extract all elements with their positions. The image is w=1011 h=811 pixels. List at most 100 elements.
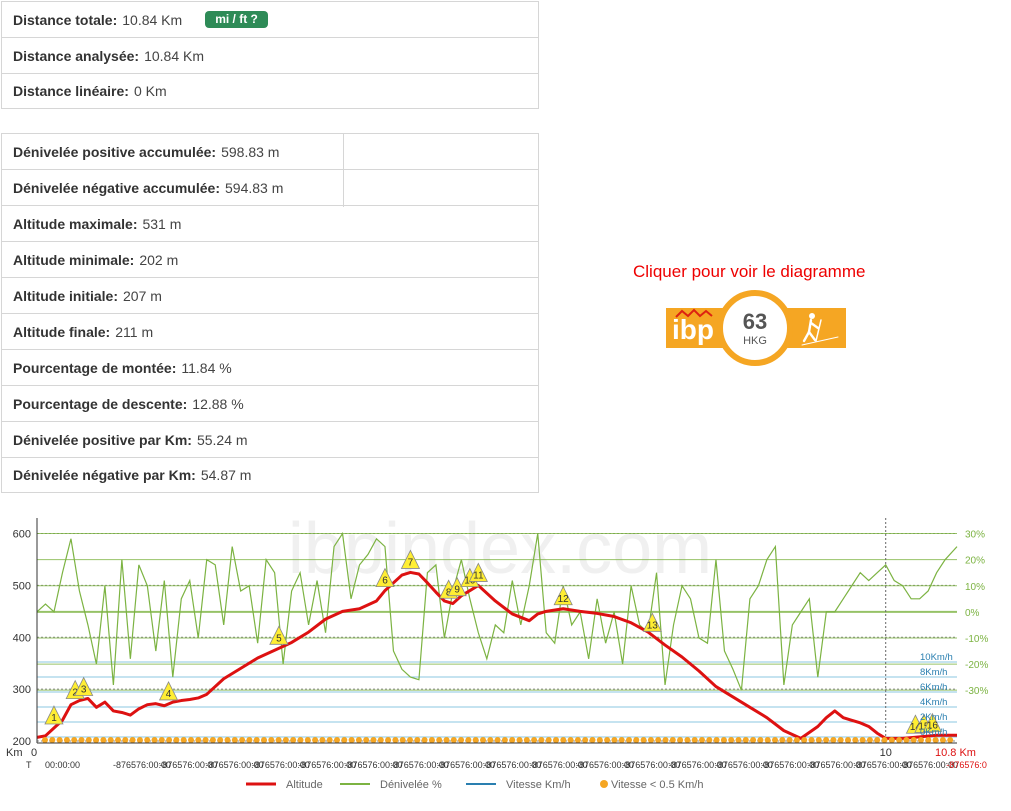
stopped-speed-point	[728, 737, 735, 743]
stopped-speed-point	[231, 737, 238, 743]
stopped-speed-point	[129, 737, 136, 743]
stat-label: Altitude initiale:	[13, 287, 118, 304]
stopped-speed-point	[713, 737, 720, 743]
slope-tick-label: 30%	[965, 530, 985, 541]
stopped-speed-point	[866, 737, 873, 743]
time-unit-label: T	[26, 760, 32, 770]
stopped-speed-point	[611, 737, 618, 743]
legend-swatch	[600, 780, 608, 788]
stat-row: Altitude maximale: 531 m	[1, 205, 539, 241]
stopped-speed-point	[720, 737, 727, 743]
stopped-speed-point	[151, 737, 158, 743]
chart-watermark: ibpindex.com	[288, 509, 712, 589]
stopped-speed-point	[85, 737, 92, 743]
stopped-speed-point	[516, 737, 523, 743]
stopped-speed-point	[881, 737, 888, 743]
waypoint-label: 6	[382, 576, 388, 587]
waypoint-label: 11	[473, 570, 484, 581]
stopped-speed-point	[567, 737, 574, 743]
stopped-speed-point	[144, 737, 151, 743]
stat-row: Altitude finale: 211 m	[1, 313, 539, 349]
stopped-speed-point	[888, 737, 895, 743]
stopped-speed-point	[173, 737, 180, 743]
elevation-profile-chart[interactable]: ibpindex.com 12345678910111213141516 600…	[0, 508, 1011, 811]
waypoint-label: 7	[408, 557, 414, 568]
stopped-speed-point	[297, 737, 304, 743]
stopped-speed-point	[815, 737, 822, 743]
stopped-speed-point	[764, 737, 771, 743]
stat-label: Pourcentage de montée:	[13, 359, 177, 376]
legend-label: Dénivelée %	[380, 779, 442, 791]
stopped-speed-point	[837, 737, 844, 743]
stat-row: Dénivelée positive accumulée: 598.83 m	[1, 133, 539, 169]
stopped-speed-point	[319, 737, 326, 743]
stopped-speed-point	[49, 737, 56, 743]
stopped-speed-point	[509, 737, 516, 743]
stopped-speed-point	[874, 737, 881, 743]
ibp-badge[interactable]: ibp 63 HKG	[666, 289, 846, 367]
stopped-speed-point	[78, 737, 85, 743]
stopped-speed-point	[494, 737, 501, 743]
stopped-speed-point	[501, 737, 508, 743]
stopped-speed-point	[341, 737, 348, 743]
stopped-speed-point	[582, 737, 589, 743]
stopped-speed-point	[691, 737, 698, 743]
stopped-speed-point	[947, 737, 954, 743]
stopped-speed-point	[122, 737, 129, 743]
speed-tick-label: 2Km/h	[920, 712, 947, 723]
stopped-speed-point	[355, 737, 362, 743]
stopped-speed-point	[531, 737, 538, 743]
stopped-speed-point	[596, 737, 603, 743]
stat-value: 598.83 m	[221, 143, 280, 160]
ibp-logo-text: ibp	[672, 314, 714, 345]
stat-value: 594.83 m	[225, 179, 284, 196]
stat-label: Altitude minimale:	[13, 251, 135, 268]
altitude-tick-label: 400	[13, 632, 31, 644]
slope-tick-label: 0%	[965, 608, 980, 619]
stat-row: Pourcentage de montée: 11.84 %	[1, 349, 539, 385]
x-end-label: 10.8 Km	[935, 747, 976, 759]
slope-tick-label: -10%	[965, 634, 988, 645]
stopped-speed-point	[845, 737, 851, 743]
altitude-tick-label: 300	[13, 684, 31, 696]
stopped-speed-point	[246, 737, 253, 743]
stopped-speed-series	[42, 737, 954, 743]
distance-stats-table: Distance totale: 10.84 Km mi / ft ? Dist…	[1, 1, 539, 109]
ibp-diagram-link[interactable]: Cliquer pour voir le diagramme	[633, 262, 865, 282]
stat-value: 202 m	[139, 251, 179, 268]
stopped-speed-point	[385, 737, 392, 743]
stopped-speed-point	[261, 737, 267, 743]
stopped-speed-point	[830, 737, 837, 743]
slope-tick-label: -30%	[965, 686, 988, 697]
stopped-speed-point	[158, 737, 165, 743]
stopped-speed-point	[282, 737, 289, 743]
stopped-speed-point	[443, 737, 450, 743]
stopped-speed-point	[640, 737, 647, 743]
stopped-speed-point	[699, 737, 705, 743]
stopped-speed-point	[180, 737, 187, 743]
stat-value: 10.84 Km	[122, 11, 183, 28]
stopped-speed-point	[348, 737, 355, 743]
waypoint-label: 5	[276, 633, 282, 644]
stopped-speed-point	[626, 737, 632, 743]
stopped-speed-point	[910, 737, 917, 743]
stat-label: Distance analysée:	[13, 47, 140, 64]
stopped-speed-point	[574, 737, 581, 743]
waypoint-label: 9	[454, 585, 460, 596]
stopped-speed-point	[275, 737, 282, 743]
speed-tick-label: 10Km/h	[920, 652, 953, 663]
unit-toggle-button[interactable]: mi / ft ?	[205, 11, 268, 28]
stopped-speed-point	[859, 737, 866, 743]
stat-value: 54.87 m	[200, 467, 252, 483]
stopped-speed-point	[56, 737, 63, 743]
stopped-speed-point	[334, 737, 340, 743]
slope-tick-label: 10%	[965, 582, 985, 593]
speed-tick-label: 6Km/h	[920, 682, 947, 693]
stopped-speed-point	[553, 737, 559, 743]
stat-row: Altitude minimale: 202 m	[1, 241, 539, 277]
stat-value: 211 m	[115, 323, 154, 340]
stopped-speed-point	[115, 737, 121, 743]
legend-label: Vitesse Km/h	[506, 779, 571, 791]
stopped-speed-point	[392, 737, 399, 743]
stopped-speed-point	[669, 737, 676, 743]
